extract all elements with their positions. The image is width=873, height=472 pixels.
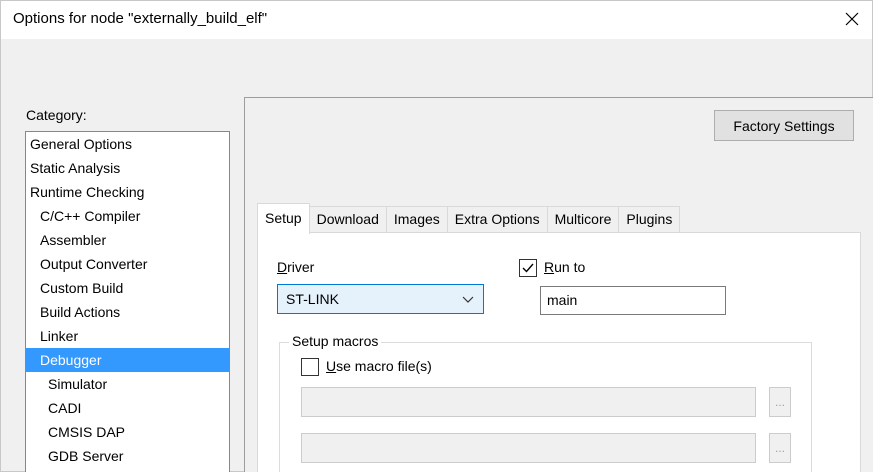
use-macro-label: Use macro file(s) [326,358,432,374]
window-title: Options for node "externally_build_elf" [13,10,268,27]
run-to-label-rest: un to [554,259,586,275]
category-list[interactable]: General Options Static Analysis Runtime Ch… [25,131,230,472]
browse-button-1[interactable]: ... [769,387,791,417]
category-item-output-converter[interactable]: Output Converter [26,252,229,276]
category-item-cmsis-dap[interactable]: CMSIS DAP [26,420,229,444]
close-icon [845,12,859,26]
run-to-input[interactable]: main [540,286,726,315]
driver-select[interactable]: ST-LINK [277,284,484,314]
tab-images[interactable]: Images [385,206,448,233]
setup-macros-title: Setup macros [289,333,382,349]
category-item-runtime-checking[interactable]: Runtime Checking [26,180,229,204]
tab-plugins[interactable]: Plugins [618,206,681,233]
category-item-custom-build[interactable]: Custom Build [26,276,229,300]
driver-select-value: ST-LINK [286,291,339,307]
category-item-general-options[interactable]: General Options [26,132,229,156]
driver-label-rest: river [287,259,315,275]
category-item-assembler[interactable]: Assembler [26,228,229,252]
category-item-linker[interactable]: Linker [26,324,229,348]
settings-panel: Factory Settings Setup Download Images Extr… [244,97,873,472]
use-macro-checkbox[interactable] [301,358,319,376]
tab-setup[interactable]: Setup [257,203,310,234]
category-item-debugger[interactable]: Debugger [26,348,229,372]
factory-settings-button[interactable]: Factory Settings [714,110,854,141]
macro-file-input-2[interactable] [301,433,756,463]
use-macro-label-accel: U [326,358,337,374]
run-to-label-accel: R [544,259,555,275]
category-item-build-actions[interactable]: Build Actions [26,300,229,324]
chevron-down-icon [462,296,474,303]
title-bar: Options for node "externally_build_elf" [1,1,872,39]
browse-button-2[interactable]: ... [769,433,791,463]
close-button[interactable] [832,1,872,37]
setup-macros-group: Setup macros Use macro file(s) ... ... [279,333,812,472]
category-label: Category: [26,107,87,123]
category-item-c-c-compiler[interactable]: C/C++ Compiler [26,204,229,228]
checkmark-icon [522,263,534,273]
options-dialog: Options for node "externally_build_elf" … [0,0,873,472]
run-to-checkbox[interactable] [519,259,537,277]
tab-strip: Setup Download Images Extra Options Multicor… [257,203,681,234]
category-item-gdb-server[interactable]: GDB Server [26,444,229,468]
category-item-cadi[interactable]: CADI [26,396,229,420]
driver-label: Driver [277,259,314,275]
macro-file-input-1[interactable] [301,387,756,417]
setup-tab-content: Driver ST-LINK Run to main Setup macros … [257,232,861,472]
run-to-label: Run to [544,259,585,275]
tab-download[interactable]: Download [308,206,387,233]
tab-extra-options[interactable]: Extra Options [446,206,548,233]
category-item-static-analysis[interactable]: Static Analysis [26,156,229,180]
category-item-simulator[interactable]: Simulator [26,372,229,396]
tab-multicore[interactable]: Multicore [546,206,620,233]
driver-label-accel: D [277,259,288,275]
use-macro-label-rest: se macro file(s) [336,358,432,374]
